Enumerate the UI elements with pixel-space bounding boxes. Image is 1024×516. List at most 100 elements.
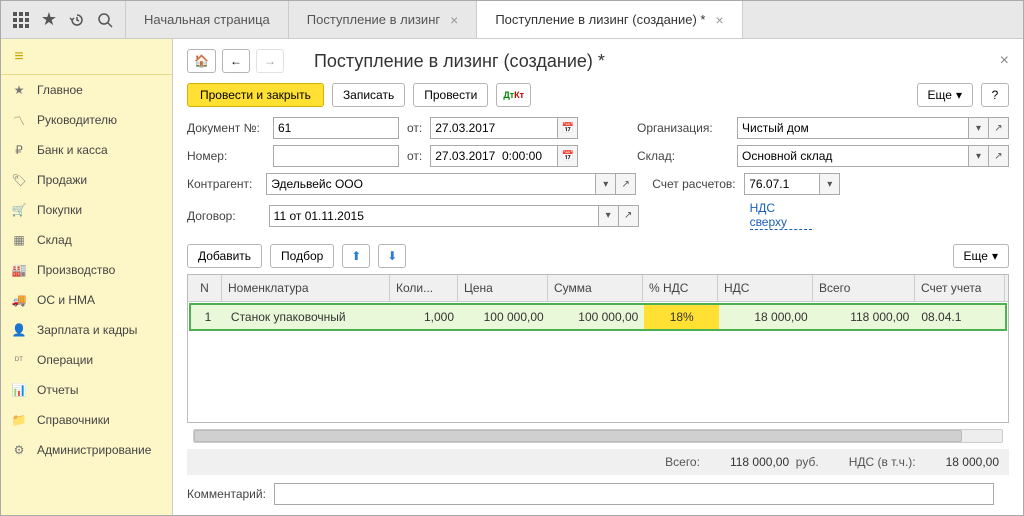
total-value: 118 000,00: [730, 455, 789, 469]
person-icon: 👤: [11, 322, 27, 338]
sidebar-item-manager[interactable]: 〽Руководителю: [1, 105, 172, 135]
org-input[interactable]: [737, 117, 969, 139]
sidebar-item-label: ОС и НМА: [37, 293, 95, 307]
pick-button[interactable]: Подбор: [270, 244, 334, 268]
th-sum[interactable]: Сумма: [548, 275, 643, 301]
move-up-button[interactable]: ⬆: [342, 244, 370, 268]
open-icon[interactable]: ↗: [619, 205, 639, 227]
cell-price: 100 000,00: [460, 305, 550, 329]
sidebar-item-label: Операции: [37, 353, 93, 367]
cell-n: 1: [191, 305, 225, 329]
sidebar-item-warehouse[interactable]: ▦ Склад: [1, 225, 172, 255]
sidebar-item-purchases[interactable]: 🛒Покупки: [1, 195, 172, 225]
account-group: ▾: [744, 173, 840, 195]
numberdate-input[interactable]: [430, 145, 558, 167]
horizontal-scrollbar[interactable]: [193, 429, 1003, 443]
dropdown-icon[interactable]: ▾: [596, 173, 616, 195]
save-button[interactable]: Записать: [332, 83, 405, 107]
contract-input[interactable]: [269, 205, 599, 227]
sidebar-item-sales[interactable]: 🏷Продажи: [1, 165, 172, 195]
number-label: Номер:: [187, 149, 265, 163]
tab-home[interactable]: Начальная страница: [125, 1, 289, 38]
account-label: Счет расчетов:: [652, 177, 736, 191]
cell-nds: 18 000,00: [719, 305, 814, 329]
menu-icon[interactable]: ≡: [11, 49, 27, 65]
topbar: ★ Начальная страница Поступление в лизин…: [1, 1, 1023, 39]
sidebar-item-production[interactable]: 🏭Производство: [1, 255, 172, 285]
nds-value: 18 000,00: [946, 455, 999, 469]
forward-button[interactable]: →: [256, 49, 284, 73]
close-icon[interactable]: ×: [450, 12, 458, 28]
th-total[interactable]: Всего: [813, 275, 915, 301]
docnum-input[interactable]: [273, 117, 399, 139]
comment-row: Комментарий:: [187, 483, 1009, 505]
history-icon[interactable]: [65, 8, 89, 32]
open-icon[interactable]: ↗: [616, 173, 636, 195]
close-icon[interactable]: ×: [1000, 52, 1009, 70]
row-counterparty: Контрагент: ▾ ↗ Счет расчетов: ▾: [187, 173, 1009, 195]
sidebar-item-refs[interactable]: 📁Справочники: [1, 405, 172, 435]
sidebar-item-salary[interactable]: 👤Зарплата и кадры: [1, 315, 172, 345]
sidebar-item-label: Администрирование: [37, 443, 151, 457]
tag-icon: 🏷: [11, 172, 27, 188]
calendar-icon[interactable]: 📅: [558, 145, 578, 167]
sidebar-item-label: Склад: [37, 233, 72, 247]
nds-label: НДС (в т.ч.):: [849, 455, 916, 469]
calendar-icon[interactable]: 📅: [558, 117, 578, 139]
sidebar: ≡ ★Главное 〽Руководителю ₽Банк и касса 🏷…: [1, 39, 173, 515]
search-icon[interactable]: [93, 8, 117, 32]
apps-icon[interactable]: [9, 8, 33, 32]
th-n[interactable]: N: [188, 275, 222, 301]
dropdown-icon[interactable]: ▾: [969, 117, 989, 139]
warehouse-input[interactable]: [737, 145, 969, 167]
from-label: от:: [407, 121, 422, 135]
back-button[interactable]: ←: [222, 49, 250, 73]
post-and-close-button[interactable]: Провести и закрыть: [187, 83, 324, 107]
open-icon[interactable]: ↗: [989, 145, 1009, 167]
sidebar-item-bank[interactable]: ₽Банк и касса: [1, 135, 172, 165]
sidebar-item-reports[interactable]: 📊Отчеты: [1, 375, 172, 405]
tab-leasing-create[interactable]: Поступление в лизинг (создание) * ×: [477, 1, 742, 38]
counterparty-input[interactable]: [266, 173, 596, 195]
ruble-icon: ₽: [11, 142, 27, 158]
cell-vat: 18%: [644, 305, 719, 329]
scroll-thumb[interactable]: [194, 430, 962, 442]
sidebar-item-admin[interactable]: ⚙Администрирование: [1, 435, 172, 465]
th-qty[interactable]: Коли...: [390, 275, 458, 301]
close-icon[interactable]: ×: [715, 12, 723, 28]
docdate-input[interactable]: [430, 117, 558, 139]
th-nds[interactable]: НДС: [718, 275, 813, 301]
dropdown-icon[interactable]: ▾: [969, 145, 989, 167]
move-down-button[interactable]: ⬇: [378, 244, 406, 268]
home-button[interactable]: 🏠: [187, 49, 216, 73]
sidebar-item-main[interactable]: ★Главное: [1, 75, 172, 105]
number-input[interactable]: [273, 145, 399, 167]
post-button[interactable]: Провести: [413, 83, 488, 107]
th-vat[interactable]: % НДС: [643, 275, 718, 301]
table-row[interactable]: 1 Станок упаковочный 1,000 100 000,00 10…: [189, 303, 1007, 331]
tab-label: Поступление в лизинг (создание) *: [495, 12, 705, 27]
account-input[interactable]: [744, 173, 820, 195]
more-button[interactable]: Еще: [917, 83, 973, 107]
tab-leasing-list[interactable]: Поступление в лизинг×: [289, 1, 478, 38]
dt-kt-button[interactable]: ДтКт: [496, 83, 531, 107]
total-label: Всего:: [665, 455, 700, 469]
dropdown-icon[interactable]: ▾: [599, 205, 619, 227]
cell-acc: 08.04.1: [915, 305, 1005, 329]
dt-icon: ᴰᵀ: [11, 352, 27, 368]
sidebar-item-assets[interactable]: 🚚ОС и НМА: [1, 285, 172, 315]
vat-link[interactable]: НДС сверху: [750, 201, 813, 230]
star-icon[interactable]: ★: [37, 8, 61, 32]
th-name[interactable]: Номенклатура: [222, 275, 390, 301]
sidebar-item-operations[interactable]: ᴰᵀ Операции: [1, 345, 172, 375]
add-button[interactable]: Добавить: [187, 244, 262, 268]
cell-total: 118 000,00: [814, 305, 916, 329]
comment-input[interactable]: [274, 483, 994, 505]
box-icon: ▦: [11, 232, 27, 248]
th-price[interactable]: Цена: [458, 275, 548, 301]
open-icon[interactable]: ↗: [989, 117, 1009, 139]
help-button[interactable]: ?: [981, 83, 1009, 107]
table-more-button[interactable]: Еще: [953, 244, 1009, 268]
dropdown-icon[interactable]: ▾: [820, 173, 840, 195]
th-acc[interactable]: Счет учета: [915, 275, 1005, 301]
